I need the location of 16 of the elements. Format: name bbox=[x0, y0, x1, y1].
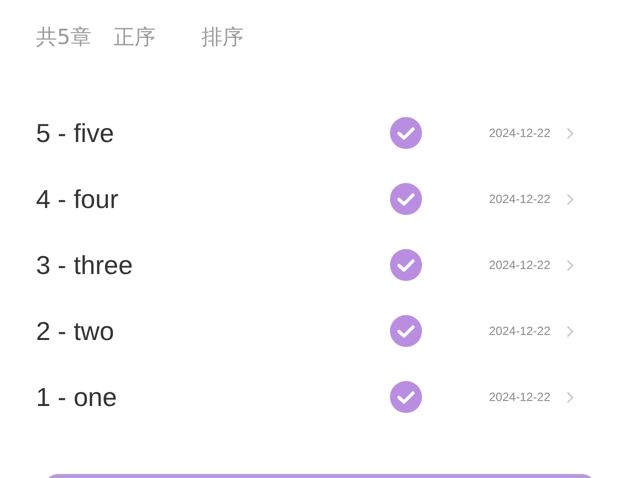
chevron-right-icon[interactable] bbox=[566, 192, 574, 206]
chapter-title[interactable]: 2 - two bbox=[36, 316, 390, 346]
chevron-right-icon[interactable] bbox=[566, 390, 574, 404]
chevron-right-icon[interactable] bbox=[566, 126, 574, 140]
chapter-title[interactable]: 3 - three bbox=[36, 250, 390, 280]
chapter-title[interactable]: 4 - four bbox=[36, 184, 390, 214]
chapter-date: 2024-12-22 bbox=[489, 324, 550, 338]
chapter-date: 2024-12-22 bbox=[489, 390, 550, 404]
chapter-count: 共5章 bbox=[36, 24, 92, 51]
chapter-title[interactable]: 1 - one bbox=[36, 382, 390, 412]
chapter-title[interactable]: 5 - five bbox=[36, 118, 390, 148]
chapter-date: 2024-12-22 bbox=[489, 258, 550, 272]
chapter-date: 2024-12-22 bbox=[489, 126, 550, 140]
chevron-right-icon[interactable] bbox=[566, 258, 574, 272]
chevron-right-icon[interactable] bbox=[566, 324, 574, 338]
chapter-date: 2024-12-22 bbox=[489, 192, 550, 206]
